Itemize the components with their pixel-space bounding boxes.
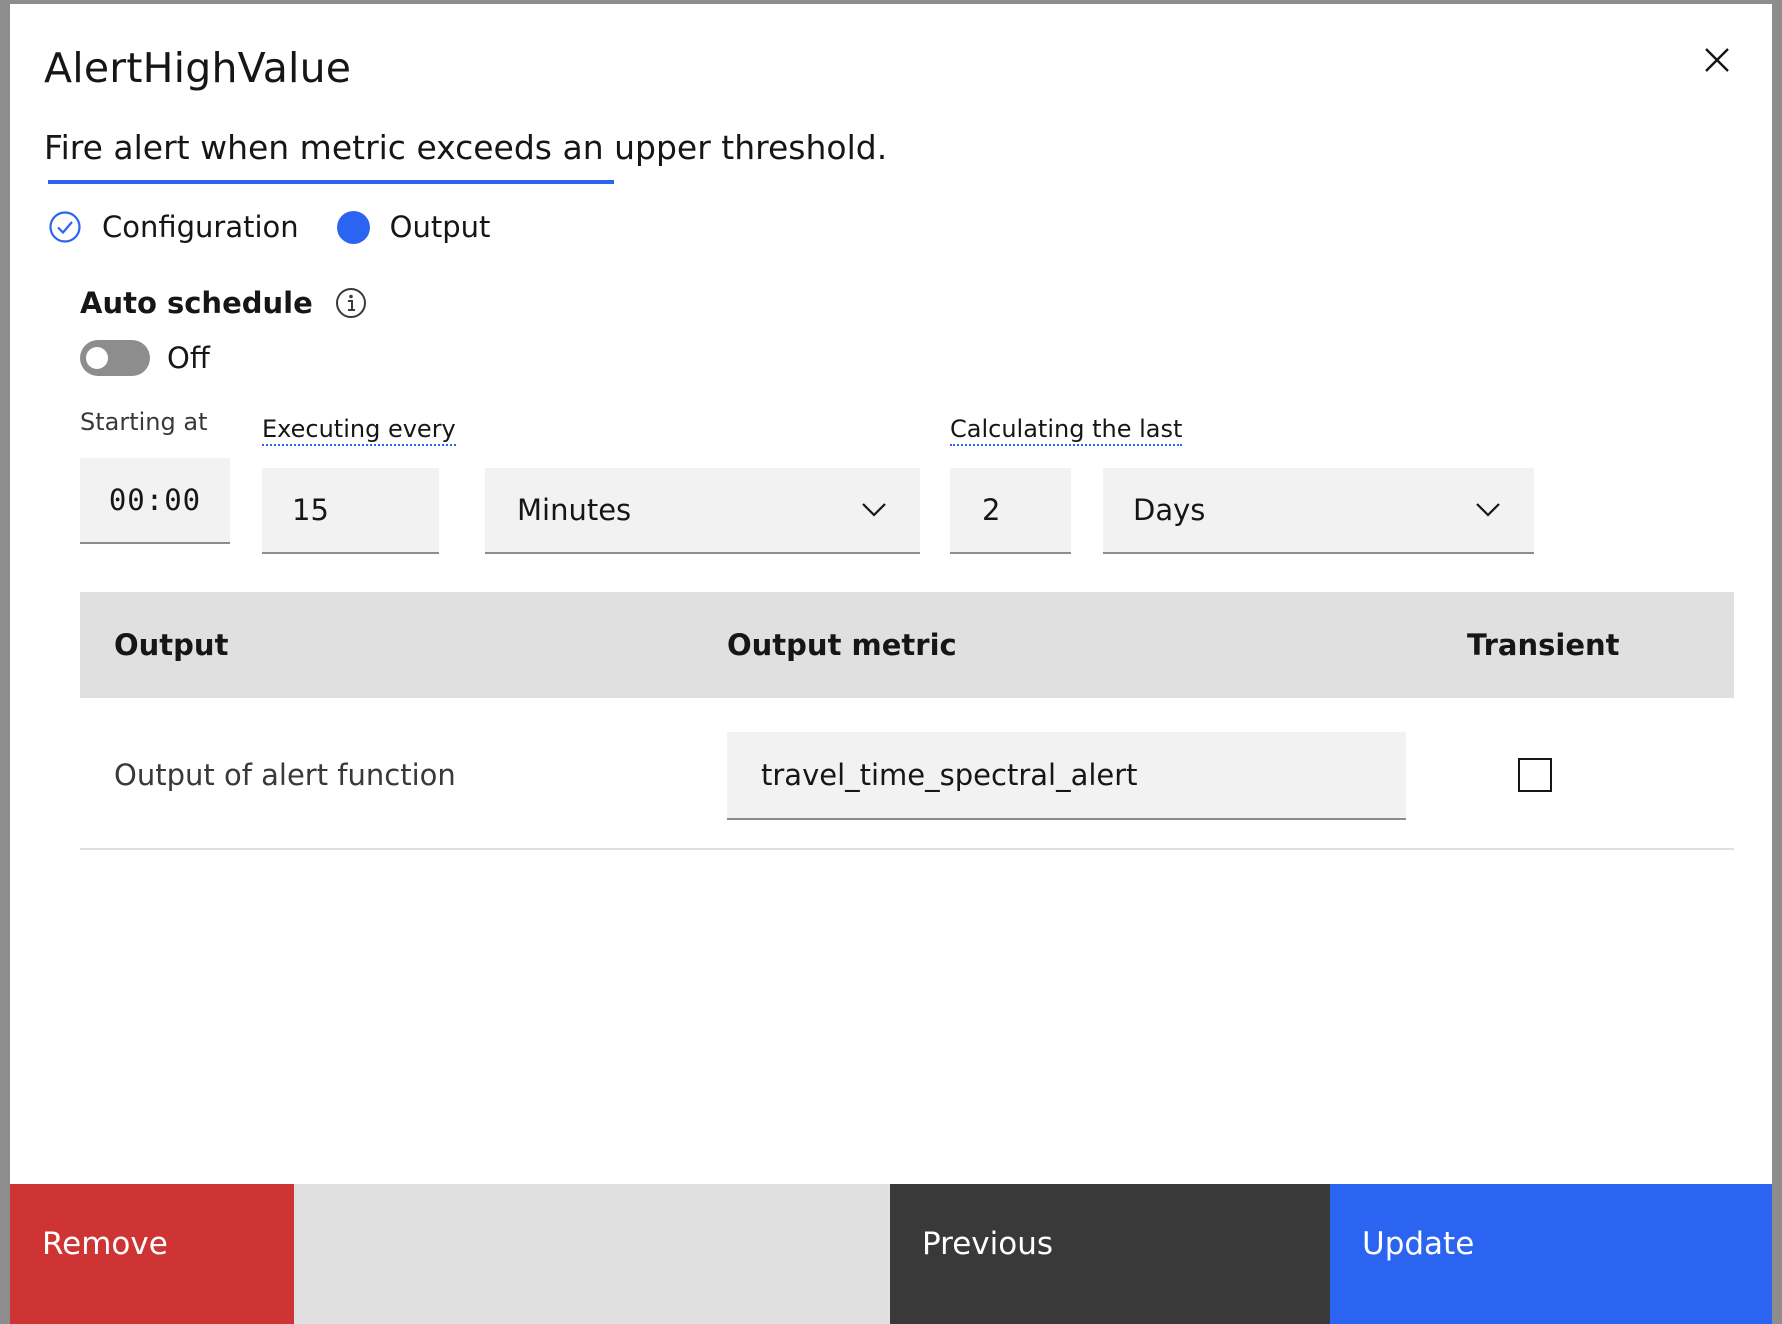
starting-at-value: 00:00 [108,483,202,517]
modal-footer: Remove Previous Update [10,1184,1772,1324]
header-output-metric: Output metric [727,628,957,662]
auto-schedule-label: Auto schedule [80,286,367,320]
chevron-down-icon [862,503,886,517]
progress-steps: Configuration Output [48,204,528,250]
filled-dot-icon [336,210,370,244]
calculating-value: 2 [982,493,1001,527]
header-output: Output [114,628,229,662]
footer-spacer [294,1184,890,1324]
executing-unit-select[interactable]: Minutes [485,468,920,554]
update-button[interactable]: Update [1330,1184,1772,1324]
executing-every-value: 15 [292,493,329,527]
toggle-knob [86,347,108,369]
close-icon[interactable] [1695,38,1739,82]
info-icon[interactable] [335,287,367,319]
auto-schedule-toggle[interactable] [80,340,150,376]
modal-subtitle: Fire alert when metric exceeds an upper … [44,128,888,167]
modal-title: AlertHighValue [44,44,352,92]
step-configuration-label: Configuration [102,210,299,244]
output-metric-value: travel_time_spectral_alert [761,758,1138,792]
executing-unit-value: Minutes [517,493,632,527]
check-circle-icon [48,210,82,244]
header-transient: Transient [1467,628,1620,662]
starting-at-label: Starting at [80,408,208,436]
starting-at-input[interactable]: 00:00 [80,458,230,544]
auto-schedule-text: Auto schedule [80,286,313,320]
calculating-unit-select[interactable]: Days [1103,468,1534,554]
chevron-down-icon [1476,503,1500,517]
calculating-unit-value: Days [1133,493,1206,527]
alert-modal: AlertHighValue Fire alert when metric ex… [10,4,1772,1324]
executing-every-input[interactable]: 15 [262,468,439,554]
toggle-state-label: Off [167,341,210,375]
previous-button[interactable]: Previous [890,1184,1330,1324]
calculating-the-last-label[interactable]: Calculating the last [950,415,1183,446]
step-configuration[interactable]: Configuration [48,210,299,244]
output-table-header: Output Output metric Transient [80,592,1734,698]
row-divider [80,848,1734,850]
executing-every-label[interactable]: Executing every [262,415,456,446]
remove-button[interactable]: Remove [10,1184,294,1324]
step-output[interactable]: Output [336,210,491,244]
step-output-label: Output [389,210,491,244]
transient-checkbox[interactable] [1518,758,1552,792]
output-metric-input[interactable]: travel_time_spectral_alert [727,732,1406,820]
row-output-name: Output of alert function [114,758,456,792]
progress-indicator-line [48,180,614,184]
calculating-value-input[interactable]: 2 [950,468,1071,554]
